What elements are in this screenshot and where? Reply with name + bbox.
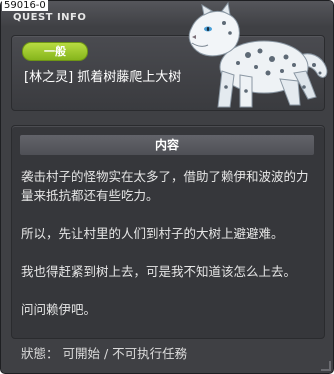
- description-paragraph: 袭击村子的怪物实在太多了，借助了赖伊和波波的力量来抵抗都还有些吃力。: [21, 169, 309, 203]
- snow-leopard-icon: [188, 1, 328, 108]
- quest-id-label: 59016-0: [2, 0, 48, 11]
- content-header: 内容: [20, 135, 314, 155]
- resize-grip-icon[interactable]: [321, 361, 331, 371]
- description-paragraph: 我也得赶紧到树上去，可是我不知道该怎么上去。: [21, 264, 297, 279]
- category-badge: 一般: [22, 42, 88, 61]
- quest-status: 狀態： 可開始 / 不可执行任務: [21, 346, 188, 361]
- description-paragraph: 问问赖伊吧。: [21, 302, 97, 317]
- window-title: QUEST INFO: [13, 12, 87, 23]
- quest-description: 袭击村子的怪物实在太多了，借助了赖伊和波波的力量来抵抗都还有些吃力。 所以，先让…: [21, 167, 311, 338]
- description-paragraph: 所以，先让村里的人们到村子的大树上避避难。: [21, 226, 284, 241]
- quest-name: [林之灵] 抓着树藤爬上大树: [24, 70, 182, 85]
